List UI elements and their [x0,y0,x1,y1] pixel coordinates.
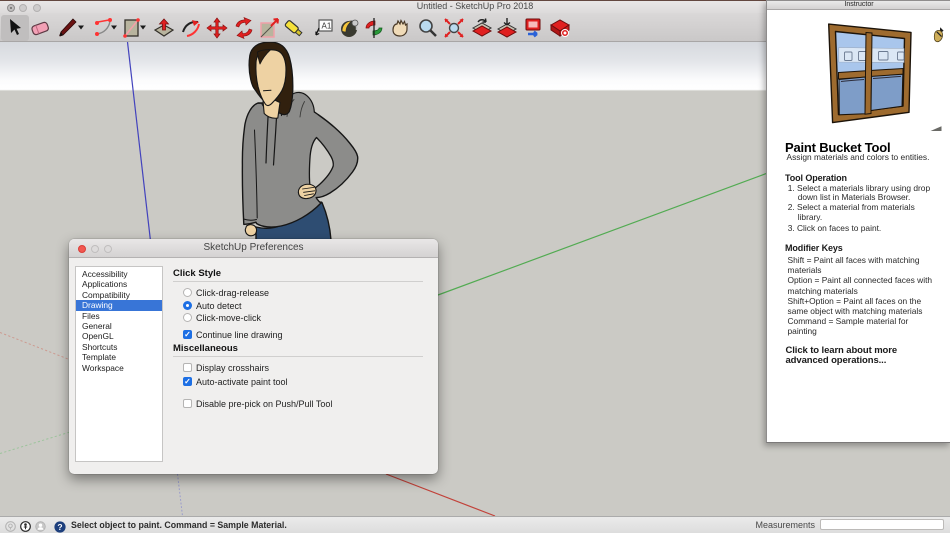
svg-text:?: ? [57,522,62,532]
svg-text:A1: A1 [322,22,332,31]
